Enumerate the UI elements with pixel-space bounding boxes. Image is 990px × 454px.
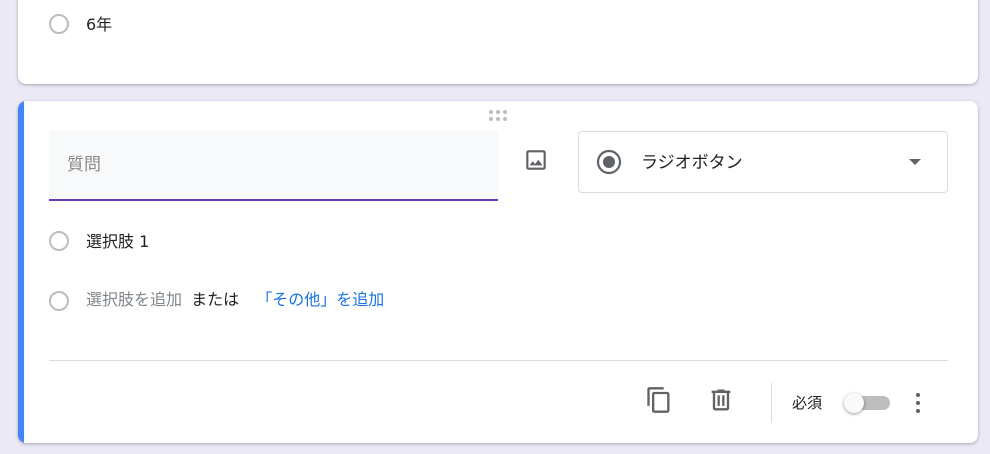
- required-label: 必須: [792, 394, 823, 412]
- toggle-thumb: [844, 393, 864, 413]
- footer-vertical-divider: [771, 383, 772, 423]
- add-option-button[interactable]: 選択肢を追加: [86, 290, 182, 309]
- question-title-field[interactable]: [49, 131, 498, 201]
- active-indicator-bar: [18, 101, 24, 443]
- dropdown-arrow-icon: [909, 159, 921, 165]
- question-title-input[interactable]: [67, 153, 487, 177]
- add-other-button[interactable]: 「その他」を追加: [256, 290, 384, 309]
- question-type-label: ラジオボタン: [641, 153, 743, 173]
- more-vert-icon[interactable]: [910, 389, 926, 417]
- radio-option-circle: [49, 291, 69, 311]
- option-label[interactable]: 選択肢 1: [86, 232, 149, 252]
- required-toggle[interactable]: [844, 393, 890, 413]
- footer-divider: [49, 360, 948, 361]
- question-type-dropdown[interactable]: ラジオボタン: [578, 131, 948, 193]
- or-label: または: [191, 290, 240, 309]
- radio-option-circle[interactable]: [49, 14, 69, 34]
- copy-icon[interactable]: [645, 386, 673, 414]
- active-question-card: ラジオボタン 選択肢 1 選択肢を追加 または 「その他」を追加 必須: [18, 101, 978, 443]
- add-option-row: 選択肢を追加 または 「その他」を追加: [86, 290, 384, 310]
- option-label: 6年: [86, 15, 113, 34]
- previous-question-card: 6年: [18, 0, 978, 84]
- radio-option-circle: [49, 231, 69, 251]
- trash-icon[interactable]: [707, 386, 735, 414]
- image-icon[interactable]: [523, 147, 549, 173]
- drag-handle-icon[interactable]: [489, 110, 509, 124]
- radio-button-icon: [596, 149, 622, 175]
